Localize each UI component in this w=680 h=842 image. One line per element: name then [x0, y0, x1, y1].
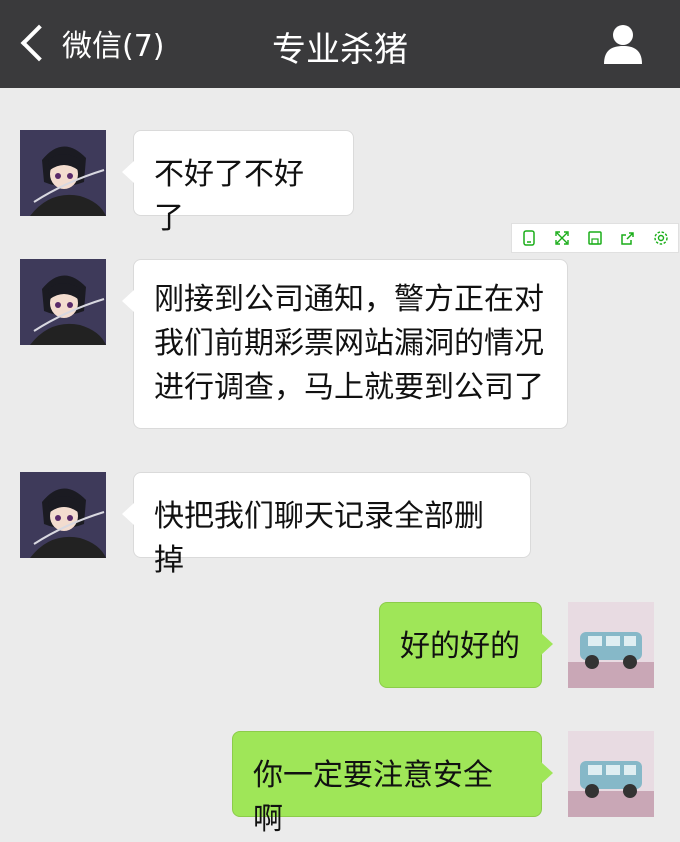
share-icon [621, 232, 634, 245]
user-icon [604, 25, 642, 64]
save-button[interactable] [585, 228, 605, 248]
navigation-bar: 微信(7) 专业杀猪 [0, 0, 680, 88]
settings-button[interactable] [651, 228, 671, 248]
anime-avatar-image [20, 130, 106, 216]
chat-title: 专业杀猪 [272, 30, 408, 70]
contact-avatar[interactable] [20, 472, 106, 558]
user-profile-button[interactable] [602, 22, 644, 64]
share-button[interactable] [618, 228, 638, 248]
message-bubble: 快把我们聊天记录全部删掉 [122, 472, 531, 578]
anime-avatar-image [20, 259, 106, 345]
message-bubble: 刚接到公司通知，警方正在对我们前期彩票网站漏洞的情况进行调查，马上就要到公司了 [122, 259, 568, 429]
message-bubble: 好的好的 [379, 602, 553, 688]
car-avatar-image [568, 731, 654, 817]
expand-button[interactable] [552, 228, 572, 248]
expand-icon [555, 231, 569, 245]
save-icon [588, 231, 602, 245]
my-avatar[interactable] [568, 731, 654, 817]
contact-avatar[interactable] [20, 259, 106, 345]
message-bubble: 不好了不好了 [122, 130, 354, 236]
floating-toolbar [511, 223, 679, 253]
phone-icon [522, 230, 535, 246]
car-avatar-image [568, 602, 654, 688]
anime-avatar-image [20, 472, 106, 558]
my-avatar[interactable] [568, 602, 654, 688]
contact-avatar[interactable] [20, 130, 106, 216]
settings-icon [654, 231, 669, 245]
message-bubble: 你一定要注意安全啊 [232, 731, 553, 837]
phone-button[interactable] [519, 228, 539, 248]
